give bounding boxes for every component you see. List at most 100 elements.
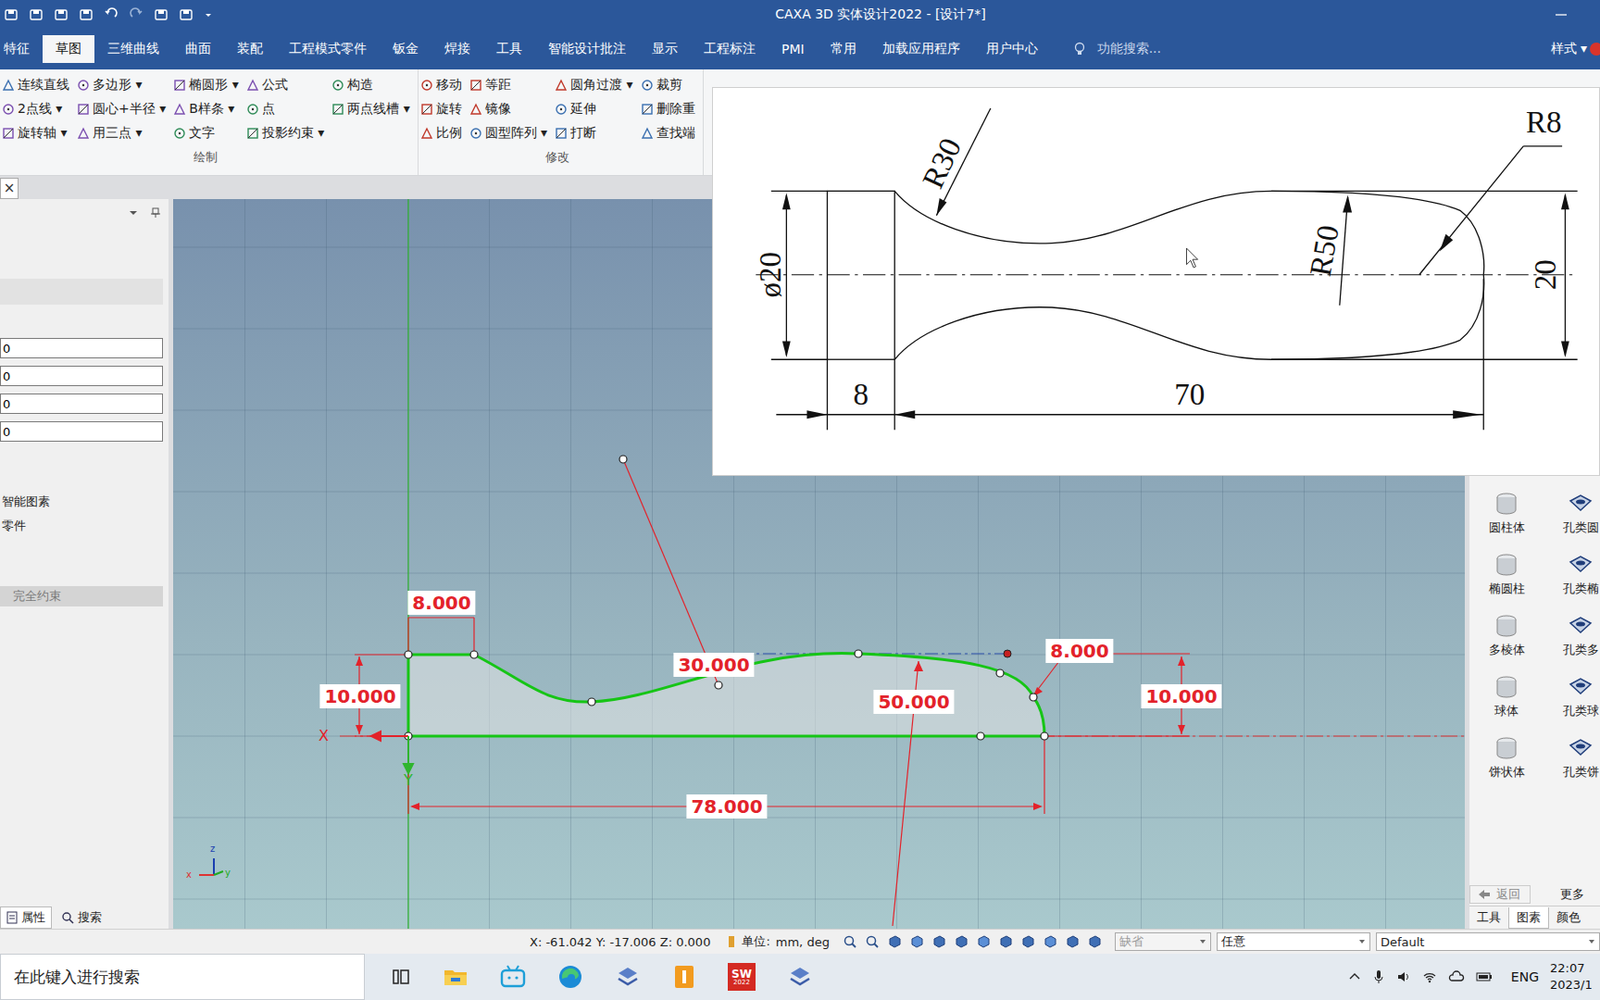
- ribbon-command[interactable]: 旋转: [420, 97, 463, 122]
- ribbon-tab[interactable]: 常用: [817, 35, 870, 63]
- constraint-status-button[interactable]: 完全约束: [0, 586, 163, 607]
- library-item[interactable]: 孔类圆: [1543, 489, 1600, 537]
- ribbon-command[interactable]: 移动: [420, 73, 463, 98]
- status-dropdown[interactable]: Default: [1375, 932, 1600, 951]
- ribbon-command[interactable]: 点: [246, 97, 325, 122]
- quick-access-menu-icon[interactable]: [203, 7, 213, 23]
- view-tool-icon[interactable]: [864, 934, 880, 950]
- sketch-vertex[interactable]: [1029, 693, 1038, 701]
- quick-access-icon[interactable]: [28, 7, 44, 23]
- sketch-vertex[interactable]: [470, 650, 478, 659]
- back-button[interactable]: 返回: [1469, 885, 1531, 904]
- ribbon-command[interactable]: 镜像: [469, 97, 548, 122]
- sketch-vertex[interactable]: [976, 732, 985, 740]
- ribbon-command[interactable]: 比例: [420, 121, 463, 146]
- panel-item[interactable]: 零件: [0, 517, 169, 535]
- quick-access-icon[interactable]: [53, 7, 69, 23]
- view-tool-icon[interactable]: [998, 934, 1013, 950]
- ribbon-command[interactable]: 裁剪: [640, 73, 696, 98]
- dimension-label[interactable]: 50.000: [873, 689, 954, 714]
- ribbon-tab[interactable]: 曲面: [172, 35, 225, 63]
- quick-access-icon[interactable]: [153, 7, 169, 23]
- panel-item[interactable]: 智能图素: [0, 493, 169, 511]
- panel-tab[interactable]: 搜索: [55, 907, 108, 928]
- library-item[interactable]: 孔类多: [1543, 612, 1600, 659]
- ribbon-command[interactable]: 投影约束 ▾: [246, 121, 325, 146]
- ribbon-command[interactable]: 用三点 ▾: [76, 121, 166, 146]
- library-tab[interactable]: 图素: [1508, 907, 1550, 929]
- pin-icon[interactable]: [150, 207, 162, 219]
- panel-tab[interactable]: 属性: [0, 906, 52, 929]
- dropdown-icon[interactable]: [127, 207, 139, 219]
- ribbon-command[interactable]: 旋转轴 ▾: [1, 121, 70, 146]
- value-field[interactable]: 0: [0, 421, 163, 442]
- help-icon[interactable]: [1587, 41, 1600, 57]
- ribbon-tab[interactable]: 草图: [42, 35, 95, 63]
- wifi-icon[interactable]: [1422, 969, 1438, 985]
- ribbon-tab[interactable]: 工具: [483, 35, 536, 63]
- ribbon-command[interactable]: 两点线槽 ▾: [331, 97, 410, 122]
- ribbon-command[interactable]: B样条 ▾: [173, 97, 238, 122]
- dimension-label[interactable]: 8.000: [407, 590, 475, 615]
- cloud-icon[interactable]: [1448, 969, 1465, 985]
- view-tool-icon[interactable]: [975, 934, 991, 950]
- quick-access-icon[interactable]: [178, 7, 194, 23]
- quick-access-icon[interactable]: [103, 7, 119, 23]
- ribbon-tab[interactable]: 加载应用程序: [869, 35, 974, 63]
- ribbon-command[interactable]: 打断: [554, 121, 633, 146]
- ribbon-command[interactable]: 多边形 ▾: [76, 73, 166, 98]
- ribbon-command[interactable]: 构造: [331, 73, 410, 98]
- ribbon-command[interactable]: 圆型阵列 ▾: [469, 121, 548, 146]
- ribbon-tab[interactable]: 工程模式零件: [275, 35, 380, 63]
- ribbon-tab[interactable]: 智能设计批注: [535, 35, 639, 63]
- quick-access-icon[interactable]: [128, 7, 144, 23]
- library-item[interactable]: 饼状体: [1469, 734, 1544, 781]
- view-tool-icon[interactable]: [931, 934, 947, 950]
- microphone-icon[interactable]: [1372, 969, 1386, 985]
- edge-icon[interactable]: [557, 963, 584, 990]
- quick-access-icon[interactable]: [78, 7, 94, 23]
- view-tool-icon[interactable]: [909, 934, 925, 950]
- ribbon-tab[interactable]: PMI: [768, 36, 818, 63]
- view-tool-icon[interactable]: [1087, 934, 1102, 950]
- dimension-label[interactable]: 30.000: [673, 652, 754, 677]
- task-view-icon[interactable]: [390, 966, 412, 988]
- text-app-icon[interactable]: [672, 963, 697, 990]
- clock[interactable]: 22:07 2023/1: [1550, 960, 1600, 993]
- ribbon-command[interactable]: 文字: [173, 121, 238, 146]
- value-field[interactable]: 0: [0, 365, 163, 387]
- battery-icon[interactable]: [1475, 969, 1493, 985]
- view-tool-icon[interactable]: [1020, 934, 1036, 950]
- bilibili-icon[interactable]: [500, 964, 526, 989]
- sketch-vertex[interactable]: [587, 698, 596, 706]
- show-hidden-icons-icon[interactable]: [1348, 970, 1362, 984]
- ribbon-command[interactable]: 删除重: [640, 97, 696, 122]
- view-tool-icon[interactable]: [1064, 934, 1080, 950]
- library-item[interactable]: 多棱体: [1469, 612, 1544, 659]
- solidworks-icon[interactable]: SW 2022: [727, 962, 756, 991]
- speaker-icon[interactable]: [1396, 969, 1412, 985]
- library-item[interactable]: 圆柱体: [1469, 489, 1544, 537]
- library-item[interactable]: 孔类球: [1543, 673, 1600, 720]
- ribbon-tab[interactable]: 显示: [638, 35, 691, 63]
- ribbon-tab[interactable]: 三维曲线: [94, 35, 173, 63]
- status-dropdown[interactable]: 任意: [1216, 932, 1371, 951]
- library-tab[interactable]: 工具: [1469, 907, 1509, 928]
- library-tab[interactable]: 颜色: [1549, 907, 1588, 928]
- ribbon-tab[interactable]: 工程标注: [690, 35, 769, 63]
- ribbon-tab[interactable]: 焊接: [431, 35, 484, 63]
- library-item[interactable]: 椭圆柱: [1469, 550, 1544, 598]
- sketch-vertex[interactable]: [619, 455, 627, 463]
- sketch-profile[interactable]: [408, 653, 1045, 737]
- sketch-vertex[interactable]: [714, 681, 723, 689]
- ribbon-tab[interactable]: 特征: [0, 35, 43, 63]
- caxa-app-icon[interactable]: [614, 963, 641, 990]
- ribbon-command[interactable]: 查找端: [640, 121, 696, 146]
- view-tool-icon[interactable]: [842, 934, 858, 950]
- dimension-label[interactable]: 78.000: [686, 794, 767, 819]
- library-item[interactable]: 孔类椭: [1543, 550, 1600, 598]
- ribbon-command[interactable]: 圆心+半径 ▾: [76, 97, 166, 122]
- library-item[interactable]: 孔类饼: [1543, 734, 1600, 781]
- ribbon-command[interactable]: 2点线 ▾: [1, 97, 70, 122]
- ribbon-command[interactable]: 圆角过渡 ▾: [554, 73, 633, 98]
